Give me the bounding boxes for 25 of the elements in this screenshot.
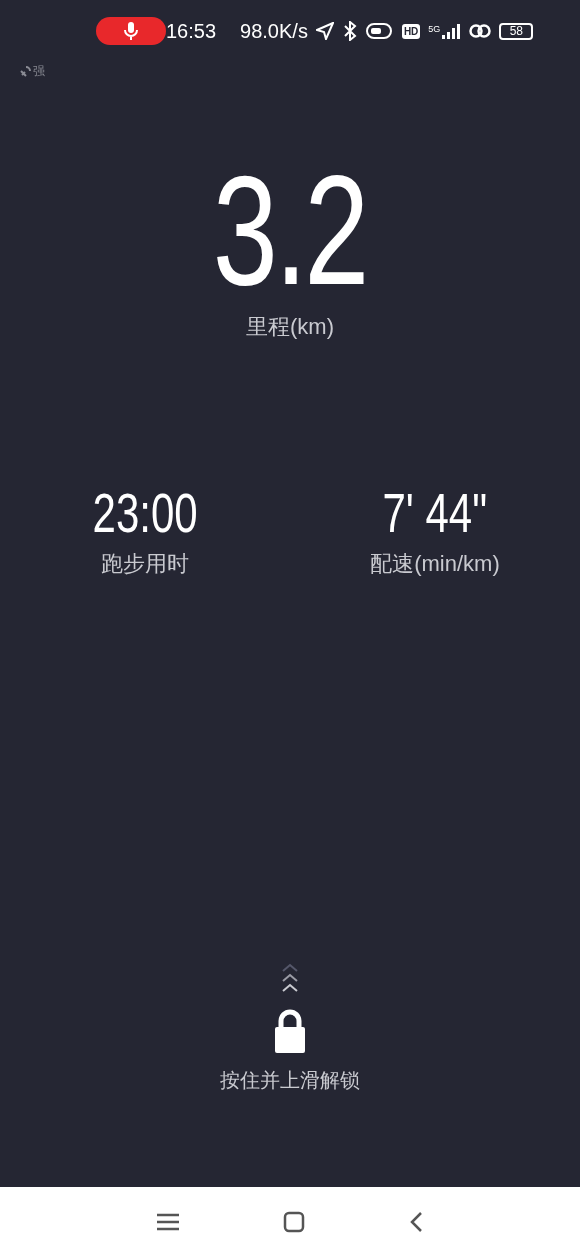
- network-speed: 98.0K/s: [240, 19, 308, 44]
- microphone-icon: [124, 21, 138, 41]
- stat-label: 配速(min/km): [370, 550, 500, 578]
- network-type: 5G: [428, 23, 441, 36]
- signal-bars-icon: [441, 23, 462, 39]
- link-icon: [469, 23, 492, 39]
- hd-badge: HD: [401, 23, 421, 39]
- location-arrow-icon: [315, 22, 334, 40]
- gps-signal-label: 强: [33, 63, 45, 80]
- unlock-hint: 按住并上滑解锁: [220, 1068, 360, 1093]
- home-icon[interactable]: [283, 1211, 305, 1233]
- distance-label: 里程(km): [246, 313, 334, 341]
- stat-value: 23:00: [92, 483, 198, 543]
- toggle-icon: [365, 22, 394, 40]
- battery-indicator: 58: [499, 22, 534, 40]
- lock-icon[interactable]: [274, 1009, 306, 1053]
- swipe-up-chevrons-icon: [280, 963, 300, 993]
- back-icon[interactable]: [409, 1211, 423, 1233]
- stat-label: 跑步用时: [101, 550, 189, 578]
- microphone-recording-indicator[interactable]: [96, 17, 166, 45]
- clock-time: 16:53: [166, 19, 217, 44]
- bluetooth-icon: [341, 21, 358, 41]
- menu-icon[interactable]: [157, 1213, 179, 1231]
- stat-value: 7' 44": [382, 483, 488, 543]
- distance-value: 3.2: [213, 160, 367, 300]
